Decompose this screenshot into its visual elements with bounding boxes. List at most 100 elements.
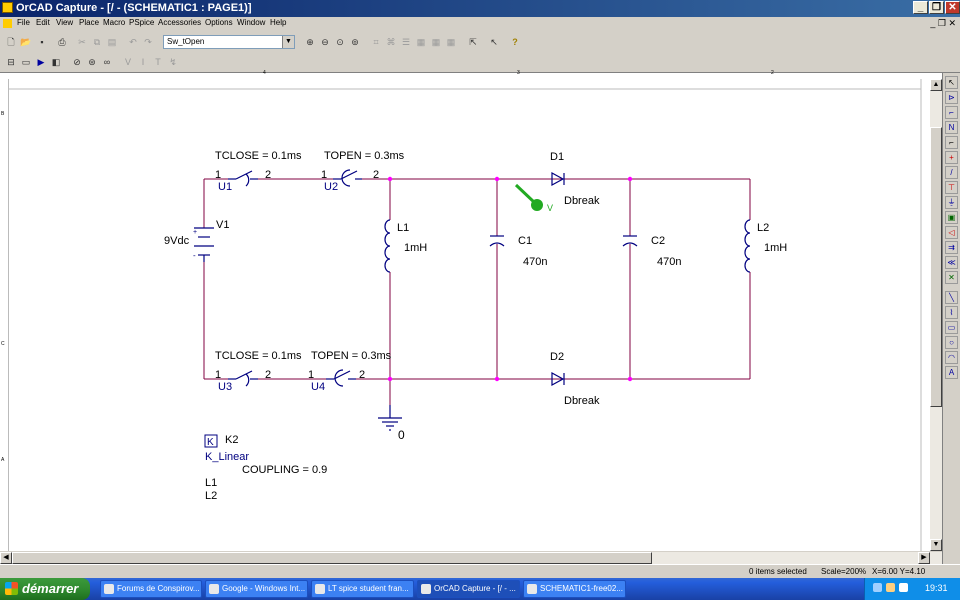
l1-ref[interactable]: L1	[397, 222, 409, 234]
place-line-icon[interactable]: ╲	[945, 291, 958, 304]
d2-ref[interactable]: D2	[550, 351, 564, 363]
canvas-background	[9, 79, 930, 551]
horizontal-scroll-thumb[interactable]	[12, 552, 652, 564]
coupling-param[interactable]: COUPLING = 0.9	[242, 464, 327, 476]
place-rectangle-icon[interactable]: ▭	[945, 321, 958, 334]
u3-param[interactable]: TCLOSE = 0.1ms	[215, 350, 302, 362]
c1-ref[interactable]: C1	[518, 235, 532, 247]
place-no-connect-icon[interactable]: ✕	[945, 271, 958, 284]
u4-pin2: 2	[359, 369, 365, 381]
status-bar: 0 items selected Scale=200% X=6.00 Y=4.1…	[0, 564, 960, 579]
tray-icon[interactable]	[873, 583, 882, 592]
scroll-right-icon[interactable]: ▶	[918, 552, 930, 564]
d2-model[interactable]: Dbreak	[564, 395, 600, 407]
u4-param[interactable]: TOPEN = 0.3ms	[311, 350, 392, 362]
v1-value[interactable]: 9Vdc	[164, 235, 190, 247]
select-pointer-icon[interactable]: ↖	[945, 76, 958, 89]
u3-pin2: 2	[265, 369, 271, 381]
system-tray: 19:31	[864, 578, 960, 600]
d1-ref[interactable]: D1	[550, 151, 564, 163]
u2-pin1: 1	[321, 169, 327, 181]
u2-pin2: 2	[373, 169, 379, 181]
browser-icon	[209, 584, 219, 594]
tray-icon[interactable]	[899, 583, 908, 592]
windows-logo-icon	[5, 582, 18, 595]
browser-icon	[104, 584, 114, 594]
u1-pin2: 2	[265, 169, 271, 181]
l2-ref[interactable]: L2	[757, 222, 769, 234]
place-arc-icon[interactable]: ◠	[945, 351, 958, 364]
place-wire-icon[interactable]: ⌐	[945, 106, 958, 119]
scroll-left-icon[interactable]: ◀	[0, 552, 12, 564]
tool-palette: ↖ ⊳ ⌐ N ⌐ + / ⊤ ⏚ ▣ ◁ ⇉ ≪ ✕ ╲ ⌇ ▭ ○ ◠ A	[942, 73, 960, 564]
taskbar-item-forums[interactable]: Forums de Conspirov...	[100, 580, 202, 598]
probe-label: V	[547, 203, 553, 213]
c2-ref[interactable]: C2	[651, 235, 665, 247]
u1-ref[interactable]: U1	[218, 181, 232, 193]
place-part-icon[interactable]: ⊳	[945, 91, 958, 104]
place-bus-entry-icon[interactable]: /	[945, 166, 958, 179]
close-button[interactable]: ✕	[945, 1, 960, 14]
start-button[interactable]: démarrer	[0, 578, 90, 600]
browser-icon	[315, 584, 325, 594]
taskbar-item-label: LT spice student fran...	[328, 584, 409, 593]
schematic-canvas[interactable]: TCLOSE = 0.1ms 1 2 U1 TOPEN = 0.3ms 1 2 …	[0, 0, 942, 552]
place-text-icon[interactable]: A	[945, 366, 958, 379]
windows-taskbar: démarrer Forums de Conspirov... Google -…	[0, 578, 960, 600]
l1-value[interactable]: 1mH	[404, 242, 427, 254]
vertical-scroll-thumb[interactable]	[930, 127, 942, 407]
u1-pin1: 1	[215, 169, 221, 181]
clock[interactable]: 19:31	[925, 583, 948, 593]
u4-ref[interactable]: U4	[311, 381, 325, 393]
taskbar-item-schematic-pspice[interactable]: SCHEMATIC1-free02...	[523, 580, 626, 598]
coupling-ref[interactable]: K2	[225, 434, 238, 446]
u3-ref[interactable]: U3	[218, 381, 232, 393]
tray-icon[interactable]	[886, 583, 895, 592]
place-bus-icon[interactable]: ⌐	[945, 136, 958, 149]
orcad-icon	[421, 584, 431, 594]
coupling-k-letter: K	[207, 437, 214, 448]
place-port-icon[interactable]: ◁	[945, 226, 958, 239]
coordinates-status: X=6.00 Y=4.10	[872, 567, 926, 576]
start-label: démarrer	[22, 581, 79, 596]
u2-param[interactable]: TOPEN = 0.3ms	[324, 150, 405, 162]
place-pin-icon[interactable]: ⇉	[945, 241, 958, 254]
vertical-scrollbar[interactable]: ▲ ▼	[930, 79, 942, 551]
u1-param[interactable]: TCLOSE = 0.1ms	[215, 150, 302, 162]
place-junction-icon[interactable]: +	[945, 151, 958, 164]
coupling-inductor-1: L1	[205, 477, 217, 489]
taskbar-item-label: OrCAD Capture - [/ - ...	[434, 584, 516, 593]
v1-minus: -	[193, 251, 196, 260]
coupling-type[interactable]: K_Linear	[205, 451, 249, 463]
v1-ref[interactable]: V1	[216, 219, 229, 231]
u2-ref[interactable]: U2	[324, 181, 338, 193]
taskbar-item-orcad[interactable]: OrCAD Capture - [/ - ...	[417, 580, 520, 598]
taskbar-item-label: Forums de Conspirov...	[117, 584, 200, 593]
place-ellipse-icon[interactable]: ○	[945, 336, 958, 349]
taskbar-item-ltspice[interactable]: LT spice student fran...	[311, 580, 414, 598]
taskbar-item-label: Google - Windows Int...	[222, 584, 306, 593]
scale-status: Scale=200%	[821, 567, 867, 576]
place-off-page-icon[interactable]: ≪	[945, 256, 958, 269]
place-net-alias-icon[interactable]: N	[945, 121, 958, 134]
pspice-icon	[527, 584, 537, 594]
c2-value[interactable]: 470n	[657, 256, 681, 268]
ground-net-label[interactable]: 0	[398, 428, 405, 442]
taskbar-item-label: SCHEMATIC1-free02...	[540, 584, 623, 593]
scroll-down-icon[interactable]: ▼	[930, 539, 942, 551]
horizontal-scrollbar[interactable]: ◀ ▶	[0, 552, 942, 564]
scroll-up-icon[interactable]: ▲	[930, 79, 942, 91]
u3-pin1: 1	[215, 369, 221, 381]
c1-value[interactable]: 470n	[523, 256, 547, 268]
l2-value[interactable]: 1mH	[764, 242, 787, 254]
place-ground-icon[interactable]: ⏚	[945, 196, 958, 209]
v1-plus: +	[193, 229, 197, 236]
place-hierarchical-block-icon[interactable]: ▣	[945, 211, 958, 224]
u4-pin1: 1	[308, 369, 314, 381]
taskbar-item-google[interactable]: Google - Windows Int...	[205, 580, 308, 598]
selection-status: 0 items selected	[749, 567, 807, 576]
d1-model[interactable]: Dbreak	[564, 195, 600, 207]
coupling-inductor-2: L2	[205, 490, 217, 502]
place-polyline-icon[interactable]: ⌇	[945, 306, 958, 319]
place-power-icon[interactable]: ⊤	[945, 181, 958, 194]
